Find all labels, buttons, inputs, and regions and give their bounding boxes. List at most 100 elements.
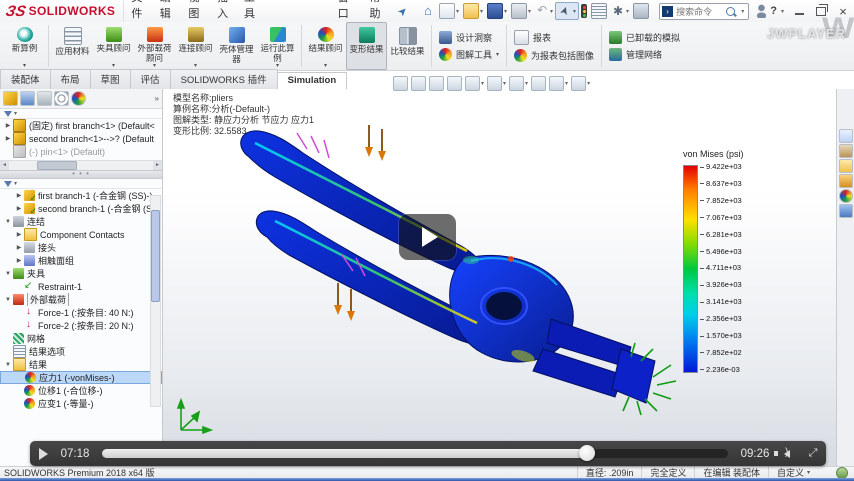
ribbon-fixtures-advisor-button[interactable]: 夹具顾问▾ xyxy=(93,22,134,70)
settings-gear-button[interactable]: ✱▾ xyxy=(609,3,631,19)
minimize-button[interactable] xyxy=(788,0,810,22)
tp-file-explorer-icon[interactable] xyxy=(839,159,853,173)
zoom-fit-button[interactable] xyxy=(393,76,408,91)
scroll-right-icon[interactable]: ► xyxy=(153,161,162,170)
ribbon-include-image-report-button[interactable]: 为报表包括图像 xyxy=(514,49,594,62)
tree-item[interactable]: ▶接头 xyxy=(0,241,162,254)
dropdown-caret-icon[interactable]: ▾ xyxy=(573,8,576,15)
ribbon-run-study-button[interactable]: 运行此算例▾ xyxy=(257,22,298,70)
scroll-thumb[interactable] xyxy=(37,161,77,170)
dropdown-caret-icon[interactable]: ▾ xyxy=(587,80,590,87)
tree-item[interactable]: ▶(固定) first branch<1> (Default< xyxy=(0,119,162,132)
fm-assembly-icon[interactable] xyxy=(3,91,18,106)
tp-home-icon[interactable] xyxy=(839,129,853,143)
save-button[interactable]: ▾ xyxy=(485,2,509,20)
tree-item[interactable]: 应变1 (-等量-) xyxy=(0,397,162,410)
fm-config-icon[interactable] xyxy=(37,91,52,106)
tree-item[interactable]: 网格 xyxy=(0,332,162,345)
hide-show-items-button[interactable]: ▾ xyxy=(509,76,528,91)
print-button[interactable]: ▾ xyxy=(509,2,533,20)
simulation-tree-vscrollbar[interactable] xyxy=(150,195,161,407)
fm-property-icon[interactable] xyxy=(20,91,35,106)
dropdown-caret-icon[interactable]: ▾ xyxy=(550,8,553,15)
fullscreen-button[interactable]: ⤢ xyxy=(800,447,826,460)
tp-appearances-icon[interactable] xyxy=(839,189,853,203)
dropdown-caret-icon[interactable]: ▾ xyxy=(626,8,629,15)
fm-display-icon[interactable] xyxy=(71,91,86,106)
help-icon[interactable]: ? xyxy=(766,5,781,17)
scroll-thumb[interactable] xyxy=(151,210,160,302)
ribbon-design-insight-button[interactable]: 设计洞察 xyxy=(439,31,499,44)
video-progress-bar[interactable] xyxy=(102,449,728,458)
search-command-box[interactable]: › 搜索命令 ▾ xyxy=(659,3,749,20)
search-scope-icon[interactable]: › xyxy=(662,6,673,17)
panel-splitter[interactable]: • • • xyxy=(0,170,162,179)
ribbon-connections-advisor-button[interactable]: 连接顾问▾ xyxy=(175,22,216,70)
video-play-overlay-button[interactable] xyxy=(399,214,456,260)
tree-expander-icon[interactable]: ▼ xyxy=(3,271,13,277)
tree-item[interactable]: ▶second branch<1>-->? (Default xyxy=(0,132,162,145)
tree-item[interactable]: ▶Component Contacts xyxy=(0,228,162,241)
fm-dimxpert-icon[interactable] xyxy=(54,91,69,106)
tree-expander-icon[interactable]: ▶ xyxy=(14,192,24,199)
open-button[interactable]: ▾ xyxy=(461,2,485,20)
apply-scene-button[interactable]: ▾ xyxy=(549,76,568,91)
view-settings-button[interactable]: ▾ xyxy=(571,76,590,91)
new-document-button[interactable]: ▾ xyxy=(437,2,461,20)
ribbon-plot-tools-button[interactable]: 图解工具▾ xyxy=(439,48,499,61)
search-icon[interactable] xyxy=(726,7,735,16)
undo-button[interactable]: ↶▾ xyxy=(533,3,555,19)
ribbon-compare-results-button[interactable]: 比较结果 xyxy=(387,22,428,70)
tree-item[interactable]: Force-1 (:按条目: 40 N:) xyxy=(0,306,162,319)
home-button[interactable]: ⌂ xyxy=(419,3,437,19)
help-dropdown-icon[interactable]: ▾ xyxy=(781,8,784,15)
tp-custom-properties-icon[interactable] xyxy=(839,204,853,218)
tree-item[interactable]: ▶相触面组 xyxy=(0,254,162,267)
scroll-left-icon[interactable]: ◄ xyxy=(0,161,9,170)
tree-item[interactable]: 位移1 (-合位移-) xyxy=(0,384,162,397)
dropdown-caret-icon[interactable]: ▾ xyxy=(525,80,528,87)
tab-评估[interactable]: 评估 xyxy=(130,69,171,89)
tree-expander-icon[interactable]: ▼ xyxy=(3,362,13,368)
options-traffic-button[interactable] xyxy=(579,3,589,19)
addins-button[interactable] xyxy=(631,2,651,20)
resource-monitor-icon[interactable] xyxy=(836,467,848,479)
ribbon-report-button[interactable]: 报表 xyxy=(514,30,594,45)
tree-item[interactable]: ▼连结 xyxy=(0,215,162,228)
tree-item[interactable]: Force-2 (:按条目: 20 N:) xyxy=(0,319,162,332)
video-play-button[interactable] xyxy=(30,448,56,460)
dropdown-caret-icon[interactable]: ▾ xyxy=(504,8,507,15)
dropdown-caret-icon[interactable]: ▾ xyxy=(456,8,459,15)
tab-Simulation[interactable]: Simulation xyxy=(277,72,348,89)
ribbon-apply-material-button[interactable]: 应用材料 xyxy=(52,22,93,70)
ribbon-shell-manager-button[interactable]: 壳体管理器 xyxy=(216,22,257,70)
tree-expander-icon[interactable]: ▼ xyxy=(3,219,13,225)
tree-item[interactable]: ▼结果 xyxy=(0,358,162,371)
search-input[interactable]: 搜索命令 xyxy=(676,5,726,18)
tree-expander-icon[interactable]: ▶ xyxy=(3,122,13,129)
tree-item[interactable]: ▼夹具 xyxy=(0,267,162,280)
zoom-area-button[interactable] xyxy=(411,76,426,91)
ribbon-external-loads-advisor-button[interactable]: 外部载荷顾问▾ xyxy=(134,22,175,70)
tree-item[interactable]: (-) pin<1> (Default) xyxy=(0,145,162,158)
dropdown-caret-icon[interactable]: ▾ xyxy=(480,8,483,15)
dropdown-caret-icon[interactable]: ▾ xyxy=(528,8,531,15)
dropdown-caret-icon[interactable]: ▾ xyxy=(496,52,499,58)
ribbon-results-advisor-button[interactable]: 结果顾问▾ xyxy=(305,22,346,70)
dropdown-caret-icon[interactable]: ▾ xyxy=(565,80,568,87)
search-dropdown-icon[interactable]: ▾ xyxy=(741,8,744,15)
tree-expander-icon[interactable]: ▼ xyxy=(3,297,13,303)
ribbon-deformed-result-button[interactable]: 变形结果 xyxy=(346,22,387,70)
panel-expand-icon[interactable]: » xyxy=(155,94,159,103)
tab-装配体[interactable]: 装配体 xyxy=(0,69,51,89)
dropdown-caret-icon[interactable]: ▾ xyxy=(324,63,327,69)
ribbon-manage-network-button[interactable]: 管理网络 xyxy=(609,48,680,61)
edit-appearance-button[interactable] xyxy=(531,76,546,91)
tp-view-palette-icon[interactable] xyxy=(839,174,853,188)
section-view-button[interactable] xyxy=(447,76,462,91)
ribbon-new-study-button[interactable]: 新算例▾ xyxy=(4,22,45,70)
tree-expander-icon[interactable]: ▶ xyxy=(14,205,24,212)
video-progress-handle[interactable] xyxy=(579,445,595,461)
tree-item[interactable]: Restraint-1 xyxy=(0,280,162,293)
tab-草图[interactable]: 草图 xyxy=(90,69,131,89)
